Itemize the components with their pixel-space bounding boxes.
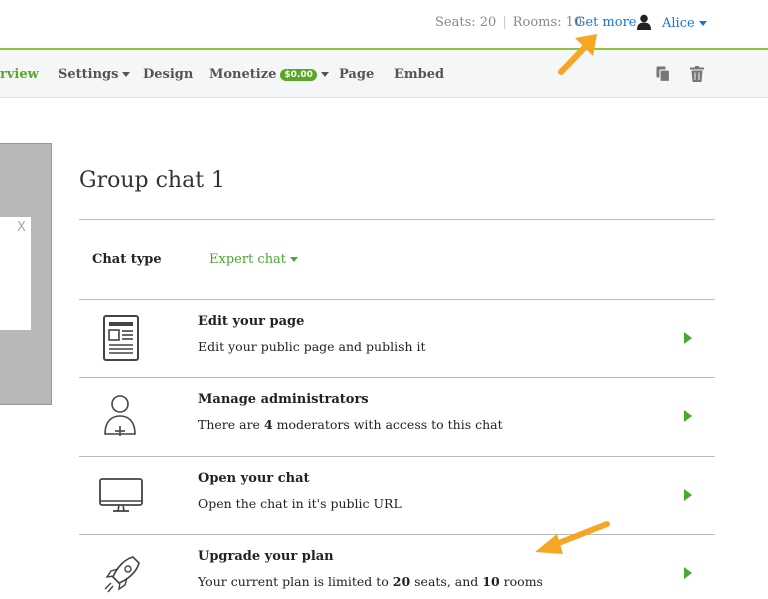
row-description: Edit your public page and publish it — [198, 339, 426, 354]
chevron-down-icon — [699, 21, 707, 26]
tab-embed[interactable]: Embed — [394, 67, 444, 82]
tab-monetize-label: Monetize — [209, 67, 276, 82]
chevron-right-icon — [684, 332, 692, 344]
row-description: Open the chat in it's public URL — [198, 496, 402, 511]
chevron-right-icon — [684, 410, 692, 422]
chat-type-dropdown[interactable]: Expert chat — [209, 252, 298, 267]
moderator-count: 4 — [264, 417, 273, 432]
page-icon — [99, 314, 143, 362]
get-more-link[interactable]: Get more — [575, 15, 637, 30]
desc-text: seats, and — [410, 574, 482, 589]
seat-limit: 20 — [393, 574, 410, 589]
row-title: Open your chat — [198, 471, 310, 486]
manage-administrators-row[interactable]: Manage administrators There are 4 modera… — [79, 377, 715, 455]
user-menu[interactable]: Alice — [662, 16, 707, 31]
tab-settings[interactable]: Settings — [58, 67, 130, 82]
monetize-badge: $0.00 — [280, 69, 316, 81]
seats-count: Seats: 20 — [435, 15, 496, 30]
chat-type-value: Expert chat — [209, 252, 286, 267]
chevron-down-icon — [321, 72, 329, 77]
row-title: Edit your page — [198, 314, 304, 329]
tab-overview[interactable]: rview — [0, 67, 39, 82]
row-description: Your current plan is limited to 20 seats… — [198, 574, 543, 589]
room-limit: 10 — [482, 574, 499, 589]
chevron-right-icon — [684, 489, 692, 501]
trash-icon[interactable] — [690, 66, 704, 82]
monitor-icon — [99, 471, 143, 519]
divider — [79, 219, 715, 220]
desc-text: moderators with access to this chat — [273, 417, 503, 432]
close-icon[interactable]: X — [17, 220, 26, 235]
add-user-icon — [99, 392, 143, 440]
nav-bar: rview Settings Design Monetize $0.00 Page… — [0, 48, 768, 98]
page-title: Group chat 1 — [79, 168, 225, 193]
chevron-down-icon — [122, 72, 130, 77]
tab-monetize[interactable]: Monetize $0.00 — [209, 67, 329, 82]
tab-page[interactable]: Page — [339, 67, 374, 82]
modal-dialog — [0, 217, 31, 330]
user-name: Alice — [662, 16, 695, 31]
copy-icon[interactable] — [656, 66, 670, 82]
row-title: Manage administrators — [198, 392, 369, 407]
annotation-arrow — [533, 518, 613, 558]
chevron-right-icon — [684, 567, 692, 579]
user-icon — [637, 14, 651, 30]
desc-text: There are — [198, 417, 264, 432]
row-title: Upgrade your plan — [198, 549, 334, 564]
upgrade-plan-row[interactable]: Upgrade your plan Your current plan is l… — [79, 534, 715, 599]
open-chat-row[interactable]: Open your chat Open the chat in it's pub… — [79, 456, 715, 534]
edit-page-row[interactable]: Edit your page Edit your public page and… — [79, 299, 715, 377]
rooms-count: Rooms: 10 — [513, 15, 583, 30]
desc-text: Your current plan is limited to — [198, 574, 393, 589]
chat-type-label: Chat type — [92, 252, 162, 267]
rocket-icon — [99, 549, 143, 597]
chevron-down-icon — [290, 257, 298, 262]
row-description: There are 4 moderators with access to th… — [198, 417, 503, 432]
desc-text: rooms — [500, 574, 543, 589]
annotation-arrow — [555, 32, 605, 77]
top-bar: Seats: 20|Rooms: 10 Get more Alice — [0, 0, 768, 48]
tab-design[interactable]: Design — [143, 67, 193, 82]
tab-settings-label: Settings — [58, 67, 118, 82]
seat-room-counter: Seats: 20|Rooms: 10 — [435, 15, 582, 30]
